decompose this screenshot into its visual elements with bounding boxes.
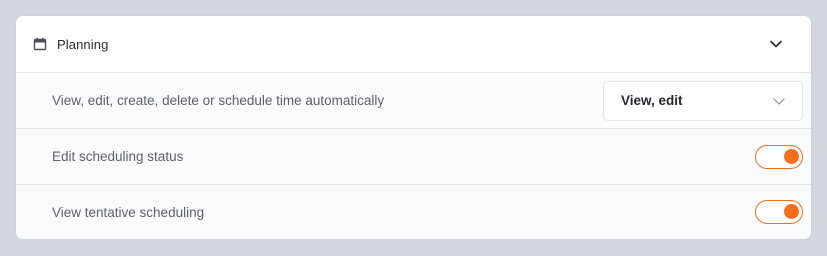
schedule-time-access-select[interactable]: View, edit (603, 80, 803, 121)
planning-permissions-card: Planning View, edit, create, delete or s… (16, 16, 811, 239)
view-tentative-scheduling-toggle[interactable] (755, 200, 803, 224)
permission-row-view-tentative-scheduling: View tentative scheduling (16, 185, 811, 239)
permission-label: Edit scheduling status (52, 149, 184, 164)
select-value: View, edit (621, 93, 683, 108)
permission-row-schedule-time: View, edit, create, delete or schedule t… (16, 73, 811, 129)
chevron-down-icon[interactable] (769, 37, 783, 51)
permission-label: View tentative scheduling (52, 204, 205, 220)
toggle-knob (784, 204, 799, 219)
chevron-down-icon (772, 94, 786, 108)
edit-scheduling-status-toggle[interactable] (755, 144, 803, 169)
planning-section-header[interactable]: Planning (16, 16, 811, 73)
toggle-knob (784, 148, 799, 164)
permission-row-edit-scheduling-status: Edit scheduling status (16, 129, 811, 185)
section-title: Planning (57, 36, 109, 52)
calendar-icon (33, 37, 47, 51)
permission-label: View, edit, create, delete or schedule t… (52, 93, 385, 108)
